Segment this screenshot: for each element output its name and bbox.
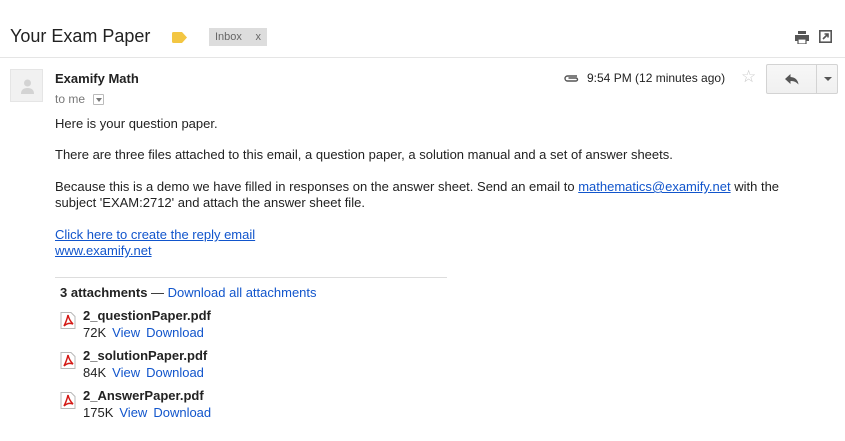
view-link[interactable]: View xyxy=(119,405,147,420)
attachment-size: 72K xyxy=(83,325,107,340)
download-link[interactable]: Download xyxy=(146,365,204,380)
remove-label-icon[interactable]: x xyxy=(256,28,262,46)
inbox-label-text: Inbox xyxy=(215,31,242,43)
pdf-file-icon xyxy=(60,392,76,409)
timestamp[interactable]: 9:54 PM (12 minutes ago) xyxy=(587,71,725,85)
download-all-link[interactable]: Download all attachments xyxy=(168,285,317,300)
attachment-name[interactable]: 2_AnswerPaper.pdf xyxy=(83,388,204,403)
instruction-text-start: Because this is a demo we have filled in… xyxy=(55,179,579,194)
attachment-size: 175K xyxy=(83,405,114,420)
header-divider xyxy=(0,57,845,58)
inbox-label[interactable]: Inbox x xyxy=(209,28,267,46)
pdf-file-icon xyxy=(60,312,76,329)
attachment-item: 2_questionPaper.pdf 72K View Download xyxy=(60,308,360,342)
sender-name[interactable]: Examify Math xyxy=(55,71,139,86)
attachment-item: 2_AnswerPaper.pdf 175K View Download xyxy=(60,388,360,422)
recipient-summary: to me xyxy=(55,92,86,106)
email-address-link[interactable]: mathematics@examify.net xyxy=(578,179,730,194)
attachment-count: 3 attachments xyxy=(60,285,148,300)
body-links: Click here to create the reply email www… xyxy=(55,227,255,259)
subject-bar: Your Exam Paper Inbox x xyxy=(0,0,845,58)
attachment-name[interactable]: 2_questionPaper.pdf xyxy=(83,308,211,323)
reply-button[interactable] xyxy=(766,64,817,94)
download-link[interactable]: Download xyxy=(146,325,204,340)
attachments-header-dash: — xyxy=(147,285,168,300)
attachments-divider xyxy=(55,277,447,278)
attachment-meta: 84K View Download xyxy=(83,365,204,380)
email-subject: Your Exam Paper xyxy=(10,26,151,46)
reply-arrow-icon xyxy=(785,74,799,85)
website-link[interactable]: www.examify.net xyxy=(55,243,255,259)
reply-email-link[interactable]: Click here to create the reply email xyxy=(55,227,255,243)
attachment-name[interactable]: 2_solutionPaper.pdf xyxy=(83,348,207,363)
view-link[interactable]: View xyxy=(112,325,140,340)
star-icon[interactable]: ☆ xyxy=(741,67,756,87)
avatar[interactable] xyxy=(10,69,43,102)
pdf-file-icon xyxy=(60,352,76,369)
attachment-size: 84K xyxy=(83,365,107,380)
view-link[interactable]: View xyxy=(112,365,140,380)
label-tag-icon[interactable] xyxy=(172,32,187,43)
attachments-header: 3 attachments — Download all attachments xyxy=(60,285,317,300)
open-in-new-window-icon[interactable] xyxy=(819,30,832,43)
show-details-dropdown-icon[interactable] xyxy=(93,94,104,105)
person-icon xyxy=(21,79,34,94)
body-paragraph-2: There are three files attached to this e… xyxy=(55,147,673,162)
attachment-meta: 175K View Download xyxy=(83,405,211,420)
print-icon[interactable] xyxy=(795,31,809,44)
attachment-item: 2_solutionPaper.pdf 84K View Download xyxy=(60,348,360,382)
download-link[interactable]: Download xyxy=(153,405,211,420)
body-paragraph-3: Because this is a demo we have filled in… xyxy=(55,179,805,211)
body-paragraph-1: Here is your question paper. xyxy=(55,116,218,131)
attachment-meta: 72K View Download xyxy=(83,325,204,340)
more-options-button[interactable] xyxy=(816,64,838,94)
paperclip-icon xyxy=(564,75,579,82)
